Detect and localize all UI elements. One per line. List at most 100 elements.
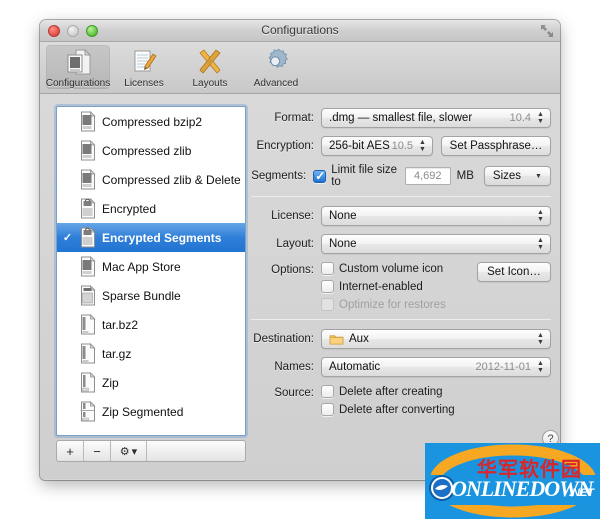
list-item[interactable]: Mac App Store xyxy=(57,252,245,281)
chevron-down-icon: ▾ xyxy=(131,445,138,458)
encryption-row: Encryption: 256-bit AES 10.5 ▲ ▼ Set Pass… xyxy=(251,136,551,156)
source-option-label: Delete after creating xyxy=(339,385,443,398)
names-row: Names: Automatic 2012-11-01 ▲ ▼ xyxy=(251,357,551,377)
names-popup-button[interactable]: Automatic 2012-11-01 ▲ ▼ xyxy=(321,357,551,377)
format-label: Format: xyxy=(274,112,314,124)
divider-1 xyxy=(251,196,551,197)
set-icon-button[interactable]: Set Icon… xyxy=(477,262,551,282)
sidebar-toolbar-spacer xyxy=(147,441,245,461)
document-icon xyxy=(79,169,97,190)
options-checkbox-group: Custom volume icon Internet-enabled Optimi… xyxy=(321,262,446,311)
toolbar-item-label: Advanced xyxy=(253,78,299,89)
checkmark-icon: ✓ xyxy=(62,232,73,244)
list-item[interactable]: tar.gz xyxy=(57,339,245,368)
toolbar-item-configurations[interactable]: Configurations xyxy=(46,45,110,89)
plus-icon: + xyxy=(66,443,74,459)
toolbar-item-layouts[interactable]: Layouts xyxy=(178,45,242,89)
folder-icon xyxy=(329,333,344,345)
list-item[interactable]: ✓ Encrypted Segments xyxy=(57,223,245,252)
names-value: Automatic xyxy=(329,361,381,373)
source-option-label: Delete after converting xyxy=(339,403,455,416)
sizes-pulldown-button[interactable]: Sizes ▼ xyxy=(483,166,551,186)
watermark-tld-text: .NET xyxy=(568,487,594,499)
layout-value: None xyxy=(329,238,357,250)
destination-label: Destination: xyxy=(253,333,314,345)
toolbar-item-label: Licenses xyxy=(124,78,164,89)
source-option-row[interactable]: Delete after converting xyxy=(321,403,455,416)
license-popup-button[interactable]: None ▲ ▼ xyxy=(321,206,551,226)
source-checkbox-group: Delete after creating Delete after conver… xyxy=(321,385,455,416)
layout-label: Layout: xyxy=(276,238,314,250)
remove-configuration-button[interactable]: − xyxy=(84,441,111,461)
option-row[interactable]: Custom volume icon xyxy=(321,262,446,275)
list-item-label: Compressed zlib & Delete xyxy=(102,172,241,187)
license-row: License: None ▲ ▼ xyxy=(251,206,551,226)
source-option-checkbox[interactable] xyxy=(321,385,334,398)
list-item-label: tar.bz2 xyxy=(102,317,139,332)
document-config-icon xyxy=(63,47,93,77)
destination-row: Destination: Aux ▲ ▼ xyxy=(251,329,551,349)
limit-file-size-label: Limit file size to xyxy=(331,164,398,188)
list-item[interactable]: Compressed zlib & Delete xyxy=(57,165,245,194)
toolbar-item-advanced[interactable]: Advanced xyxy=(244,45,308,89)
list-item-label: Zip xyxy=(102,375,119,390)
list-item[interactable]: Zip Segmented xyxy=(57,397,245,426)
limit-file-size-checkbox[interactable] xyxy=(313,169,327,183)
layout-popup-button[interactable]: None ▲ ▼ xyxy=(321,234,551,254)
document-pencil-icon xyxy=(129,47,159,77)
encryption-version: 10.5 xyxy=(391,140,413,152)
list-item[interactable]: Compressed bzip2 xyxy=(57,107,245,136)
segments-row: Segments: Limit file size to 4,692 MB Si… xyxy=(251,164,551,188)
set-icon-label: Set Icon… xyxy=(487,266,541,278)
configuration-actions-button[interactable]: ⚙ ▾ xyxy=(111,441,147,461)
format-popup-button[interactable]: .dmg — smallest file, slower 10.4 ▲ ▼ xyxy=(321,108,551,128)
segment-size-unit: MB xyxy=(456,170,474,182)
stepper-arrows-icon: ▲ ▼ xyxy=(537,359,544,374)
document-lock-icon xyxy=(79,198,97,219)
document-icon xyxy=(79,140,97,161)
fullscreen-arrows-icon[interactable] xyxy=(540,24,554,38)
add-configuration-button[interactable]: + xyxy=(57,441,84,461)
option-checkbox[interactable] xyxy=(321,280,334,293)
list-item[interactable]: Compressed zlib xyxy=(57,136,245,165)
list-item[interactable]: tar.bz2 xyxy=(57,310,245,339)
configurations-window: Configurations Configurations Licenses L… xyxy=(40,20,560,480)
document-bundle-icon xyxy=(79,285,97,306)
sizes-label: Sizes xyxy=(492,170,522,182)
option-checkbox[interactable] xyxy=(321,262,334,275)
stepper-arrows-icon: ▲ ▼ xyxy=(537,208,544,223)
window-titlebar[interactable]: Configurations xyxy=(40,20,560,42)
crossed-tools-icon xyxy=(195,47,225,77)
source-option-checkbox[interactable] xyxy=(321,403,334,416)
set-passphrase-button[interactable]: Set Passphrase… xyxy=(441,136,551,156)
source-option-row[interactable]: Delete after creating xyxy=(321,385,455,398)
list-item[interactable]: Encrypted xyxy=(57,194,245,223)
segments-label: Segments: xyxy=(251,170,307,182)
limit-file-size-checkbox-row[interactable]: Limit file size to xyxy=(313,164,398,188)
document-archive-icon xyxy=(79,343,97,364)
screenshot-root: Configurations Configurations Licenses L… xyxy=(0,0,600,519)
option-label: Internet-enabled xyxy=(339,280,423,293)
stepper-arrows-icon: ▲ ▼ xyxy=(537,110,544,125)
main-toolbar: Configurations Licenses Layouts Advanced xyxy=(40,42,560,94)
option-label: Custom volume icon xyxy=(339,262,444,275)
segment-size-input[interactable]: 4,692 xyxy=(404,167,451,185)
document-icon xyxy=(79,256,97,277)
list-item-label: Encrypted Segments xyxy=(102,230,222,245)
encryption-popup-button[interactable]: 256-bit AES 10.5 ▲ ▼ xyxy=(321,136,433,156)
option-row[interactable]: Internet-enabled xyxy=(321,280,446,293)
configurations-list[interactable]: Compressed bzip2 Compressed zlib Compresse… xyxy=(56,106,246,436)
source-row: Source: Delete after creating Delete afte… xyxy=(251,385,551,416)
destination-popup-button[interactable]: Aux ▲ ▼ xyxy=(321,329,551,349)
list-item[interactable]: Sparse Bundle xyxy=(57,281,245,310)
document-icon xyxy=(79,111,97,132)
options-label: Options: xyxy=(271,264,314,276)
toolbar-item-licenses[interactable]: Licenses xyxy=(112,45,176,89)
list-item-label: Mac App Store xyxy=(102,259,181,274)
layout-row: Layout: None ▲ ▼ xyxy=(251,234,551,254)
sidebar-toolbar: + − ⚙ ▾ xyxy=(56,440,246,462)
list-item[interactable]: Zip xyxy=(57,368,245,397)
names-label: Names: xyxy=(274,361,314,373)
list-item-label: Zip Segmented xyxy=(102,404,184,419)
set-passphrase-label: Set Passphrase… xyxy=(449,140,543,152)
